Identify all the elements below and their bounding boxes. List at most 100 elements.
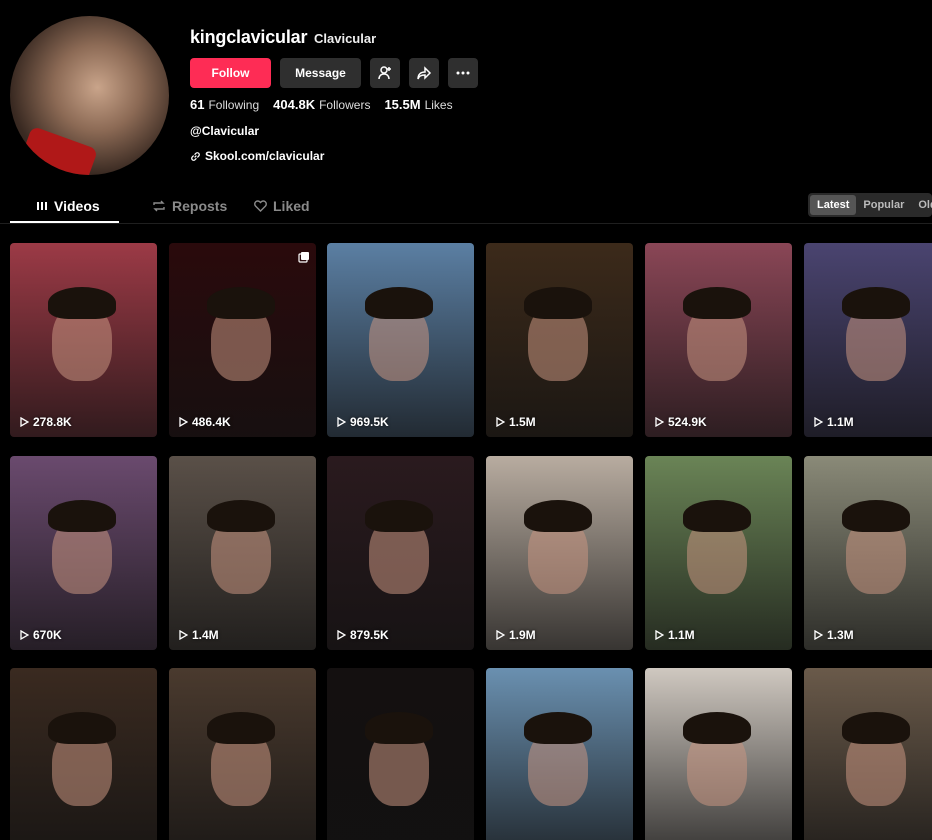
play-icon: [655, 630, 664, 640]
share-icon: [417, 66, 432, 80]
avatar-shirt: [11, 125, 99, 175]
profile-link[interactable]: Skool.com/clavicular: [190, 149, 324, 163]
video-card[interactable]: 1.9M: [486, 456, 633, 650]
video-card[interactable]: [169, 668, 316, 840]
play-icon: [496, 417, 505, 427]
tab-label: Videos: [54, 198, 100, 214]
profile-avatar: [10, 16, 169, 175]
tabs-divider: [0, 223, 932, 224]
thumbnail-hair: [524, 712, 592, 744]
grid-icon: [37, 202, 47, 210]
thumbnail-hair: [683, 287, 751, 319]
play-icon: [814, 630, 823, 640]
video-card[interactable]: 1.5M: [486, 243, 633, 437]
stat-label: Likes: [424, 98, 453, 112]
stat-followers[interactable]: 404.8K Followers: [273, 97, 370, 112]
share-button[interactable]: [409, 58, 439, 88]
multi-photo-icon: [298, 252, 309, 263]
play-icon: [337, 630, 346, 640]
profile-nickname: Clavicular: [314, 31, 377, 46]
video-card[interactable]: [804, 668, 932, 840]
tab-label: Reposts: [172, 198, 228, 214]
view-count-text: 1.1M: [827, 415, 854, 429]
stat-likes: 15.5M Likes: [384, 97, 452, 112]
view-count-text: 486.4K: [192, 415, 231, 429]
view-count-text: 879.5K: [350, 628, 389, 642]
thumbnail-hair: [207, 712, 275, 744]
video-card[interactable]: 278.8K: [10, 243, 157, 437]
heart-icon: [254, 200, 267, 212]
view-count-text: 524.9K: [668, 415, 707, 429]
repost-icon: [153, 200, 165, 212]
video-card[interactable]: 1.3M: [804, 456, 932, 650]
tab-label: Liked: [273, 198, 310, 214]
video-card[interactable]: [10, 668, 157, 840]
video-view-count: 1.3M: [814, 628, 854, 642]
add-friend-button[interactable]: [370, 58, 400, 88]
video-card[interactable]: 969.5K: [327, 243, 474, 437]
video-card[interactable]: 486.4K: [169, 243, 316, 437]
thumbnail-hair: [48, 500, 116, 532]
stat-number: 61: [190, 97, 205, 112]
tab-liked[interactable]: Liked: [236, 190, 336, 222]
video-view-count: 1.1M: [655, 628, 695, 642]
more-icon: [456, 71, 470, 75]
video-card[interactable]: 879.5K: [327, 456, 474, 650]
video-view-count: 1.4M: [179, 628, 219, 642]
stat-number: 15.5M: [384, 97, 421, 112]
view-count-text: 1.5M: [509, 415, 536, 429]
video-view-count: 969.5K: [337, 415, 389, 429]
thumbnail-hair: [48, 712, 116, 744]
video-card[interactable]: [327, 668, 474, 840]
thumbnail-hair: [207, 287, 275, 319]
profile-tabs: Videos Reposts Liked: [10, 190, 336, 222]
more-options-button[interactable]: [448, 58, 478, 88]
video-view-count: 670K: [20, 628, 62, 642]
stat-following[interactable]: 61 Following: [190, 97, 259, 112]
video-view-count: 879.5K: [337, 628, 389, 642]
stat-number: 404.8K: [273, 97, 316, 112]
play-icon: [814, 417, 823, 427]
sort-toggle: Latest Popular Oldest: [808, 193, 932, 217]
view-count-text: 278.8K: [33, 415, 72, 429]
view-count-text: 1.4M: [192, 628, 219, 642]
link-icon: [191, 151, 200, 161]
tab-videos[interactable]: Videos: [10, 190, 118, 222]
thumbnail-hair: [48, 287, 116, 319]
video-card[interactable]: 524.9K: [645, 243, 792, 437]
stat-label: Followers: [319, 98, 371, 112]
video-view-count: 1.9M: [496, 628, 536, 642]
thumbnail-hair: [365, 712, 433, 744]
thumbnail-hair: [207, 500, 275, 532]
thumbnail-hair: [683, 500, 751, 532]
video-view-count: 1.5M: [496, 415, 536, 429]
thumbnail-hair: [365, 287, 433, 319]
profile-bio-handle[interactable]: @Clavicular: [190, 124, 259, 138]
view-count-text: 670K: [33, 628, 62, 642]
play-icon: [337, 417, 346, 427]
play-icon: [496, 630, 505, 640]
profile-link-text: Skool.com/clavicular: [205, 149, 325, 163]
thumbnail-hair: [524, 500, 592, 532]
stat-label: Following: [208, 98, 260, 112]
view-count-text: 1.3M: [827, 628, 854, 642]
profile-stats: 61 Following 404.8K Followers 15.5M Likes: [190, 97, 453, 112]
follow-button[interactable]: Follow: [190, 58, 271, 88]
tab-reposts[interactable]: Reposts: [126, 190, 236, 222]
message-button[interactable]: Message: [280, 58, 361, 88]
video-card[interactable]: 1.1M: [645, 456, 792, 650]
video-card[interactable]: 1.4M: [169, 456, 316, 650]
video-card[interactable]: [486, 668, 633, 840]
video-card[interactable]: [645, 668, 792, 840]
sort-popular[interactable]: Popular: [856, 195, 911, 215]
thumbnail-hair: [842, 500, 910, 532]
video-view-count: 486.4K: [179, 415, 231, 429]
sort-latest[interactable]: Latest: [810, 195, 857, 215]
view-count-text: 1.1M: [668, 628, 695, 642]
play-icon: [655, 417, 664, 427]
play-icon: [20, 417, 29, 427]
video-card[interactable]: 670K: [10, 456, 157, 650]
video-card[interactable]: 1.1M: [804, 243, 932, 437]
video-view-count: 1.1M: [814, 415, 854, 429]
sort-oldest[interactable]: Oldest: [911, 195, 932, 215]
